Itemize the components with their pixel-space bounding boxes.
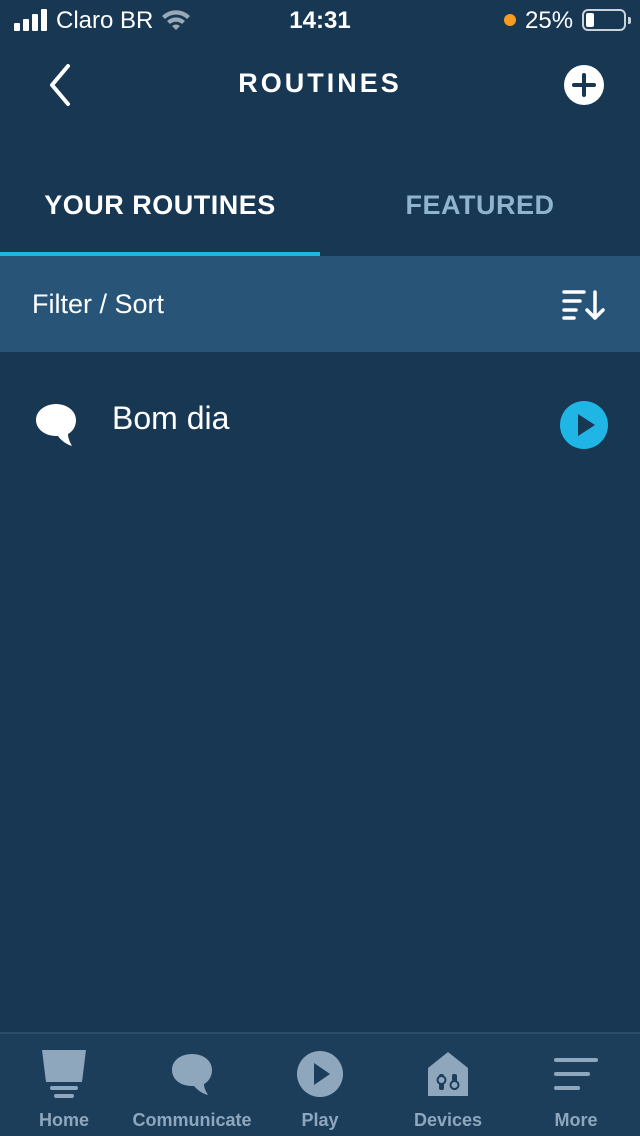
nav-label: Devices: [413, 1110, 483, 1130]
nav-home[interactable]: Home: [0, 1034, 128, 1136]
routine-name: Bom dia: [112, 400, 230, 436]
recording-dot: [504, 14, 516, 26]
page-title: ROUTINES: [238, 68, 402, 98]
chat-bubble-icon: [172, 1054, 212, 1095]
header: ROUTINES: [0, 40, 640, 130]
tab-your-routines[interactable]: YOUR ROUTINES: [0, 160, 320, 256]
status-bar: Claro BR 14:31 25%: [0, 0, 640, 40]
battery-percentage: 25%: [525, 7, 574, 34]
nav-communicate[interactable]: Communicate: [128, 1034, 256, 1136]
nav-devices[interactable]: Devices: [384, 1034, 512, 1136]
tab-label: YOUR ROUTINES: [44, 190, 276, 220]
nav-label: More: [554, 1110, 598, 1130]
speech-bubble-icon: [36, 404, 76, 446]
nav-label: Communicate: [132, 1110, 252, 1130]
nav-play[interactable]: Play: [256, 1034, 384, 1136]
routine-item[interactable]: Bom dia: [0, 370, 640, 480]
tab-featured[interactable]: FEATURED: [320, 160, 640, 256]
bottom-navigation: Home Communicate Play Devices More: [0, 1032, 640, 1136]
nav-label: Home: [38, 1110, 89, 1130]
nav-more[interactable]: More: [512, 1034, 640, 1136]
add-routine-button[interactable]: [563, 64, 605, 106]
tab-label: FEATURED: [405, 190, 555, 220]
play-icon: [297, 1051, 343, 1097]
home-icon: [42, 1050, 86, 1098]
tab-bar: YOUR ROUTINES FEATURED: [0, 160, 640, 256]
menu-icon: [554, 1058, 598, 1090]
filter-sort-label: Filter / Sort: [32, 289, 165, 319]
devices-icon: [428, 1052, 468, 1096]
play-routine-button[interactable]: [560, 401, 608, 449]
filter-sort-bar[interactable]: Filter / Sort: [0, 256, 640, 352]
sort-icon[interactable]: [562, 289, 606, 321]
nav-label: Play: [301, 1110, 339, 1130]
battery-icon: [582, 9, 631, 31]
